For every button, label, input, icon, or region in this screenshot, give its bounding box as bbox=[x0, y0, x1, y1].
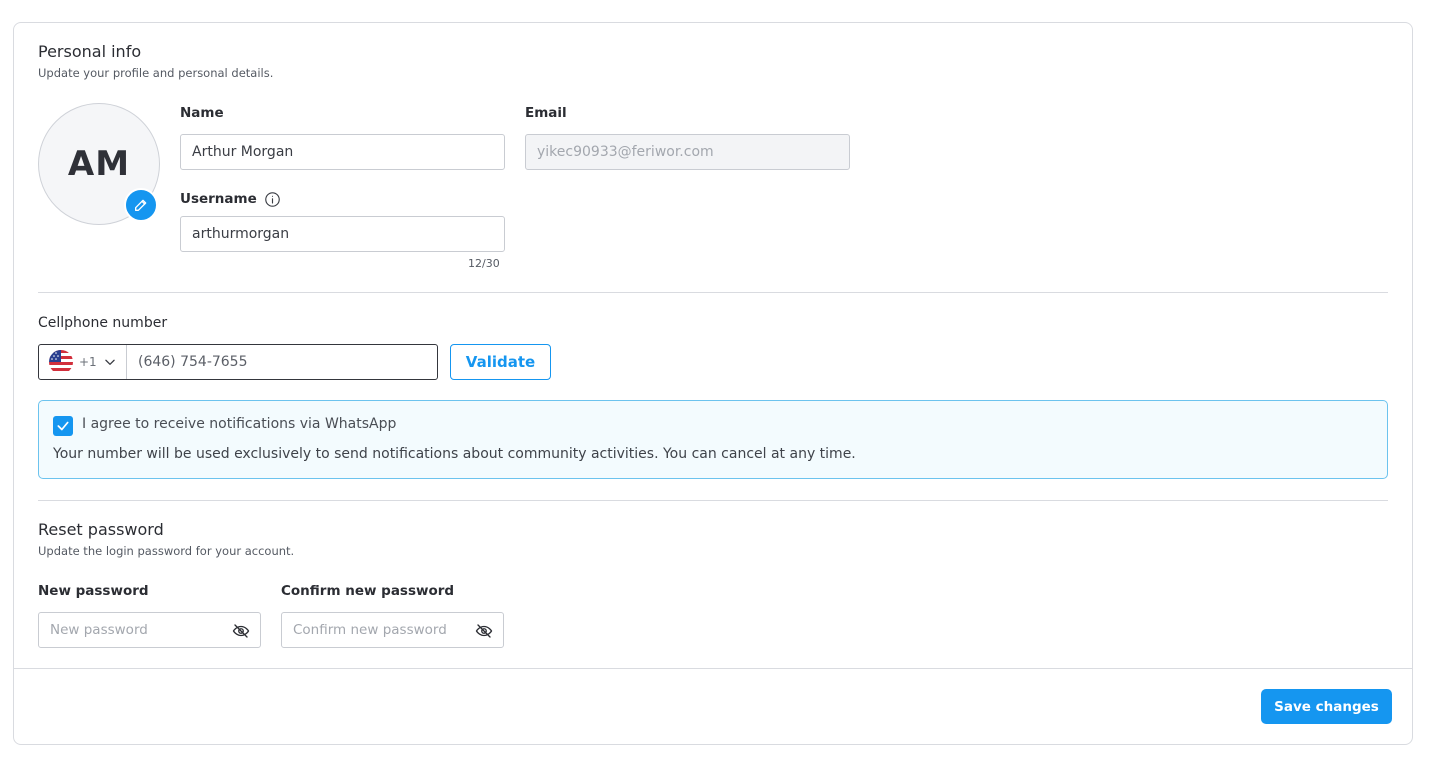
new-password-input[interactable]: New password bbox=[38, 612, 261, 648]
whatsapp-consent-box: I agree to receive notifications via Wha… bbox=[38, 400, 1388, 479]
new-password-label: New password bbox=[38, 583, 149, 599]
info-icon[interactable] bbox=[264, 191, 281, 208]
country-code-select[interactable]: +1 bbox=[39, 345, 127, 379]
new-password-placeholder: New password bbox=[50, 622, 148, 638]
username-char-counter: 12/30 bbox=[468, 257, 500, 270]
country-code: +1 bbox=[79, 355, 97, 369]
username-label: Username bbox=[180, 191, 257, 207]
footer-divider bbox=[14, 668, 1412, 669]
reset-password-subtitle: Update the login password for your accou… bbox=[38, 544, 295, 558]
name-input[interactable]: Arthur Morgan bbox=[180, 134, 505, 170]
pencil-icon bbox=[135, 199, 147, 211]
phone-number-value: (646) 754-7655 bbox=[138, 354, 248, 370]
confirm-password-input[interactable]: Confirm new password bbox=[281, 612, 504, 648]
section-divider bbox=[38, 292, 1388, 293]
confirm-password-placeholder: Confirm new password bbox=[293, 622, 447, 638]
whatsapp-consent-label[interactable]: I agree to receive notifications via Wha… bbox=[82, 416, 396, 432]
eye-off-icon[interactable] bbox=[475, 622, 493, 640]
name-value: Arthur Morgan bbox=[192, 144, 294, 160]
username-value: arthurmorgan bbox=[192, 226, 290, 242]
cellphone-label: Cellphone number bbox=[38, 315, 168, 331]
whatsapp-consent-description: Your number will be used exclusively to … bbox=[53, 446, 856, 462]
avatar-edit-button[interactable] bbox=[124, 188, 158, 222]
validate-button[interactable]: Validate bbox=[450, 344, 551, 380]
us-flag-icon bbox=[49, 350, 73, 374]
eye-off-icon[interactable] bbox=[232, 622, 250, 640]
phone-field: +1 (646) 754-7655 bbox=[38, 344, 438, 380]
email-label: Email bbox=[525, 105, 567, 121]
personal-info-subtitle: Update your profile and personal details… bbox=[38, 66, 274, 80]
email-input: yikec90933@feriwor.com bbox=[525, 134, 850, 170]
name-label: Name bbox=[180, 105, 224, 121]
phone-number-input[interactable]: (646) 754-7655 bbox=[127, 345, 437, 379]
reset-password-title: Reset password bbox=[38, 520, 164, 539]
confirm-password-label: Confirm new password bbox=[281, 583, 455, 599]
email-value: yikec90933@feriwor.com bbox=[537, 144, 714, 160]
username-input[interactable]: arthurmorgan bbox=[180, 216, 505, 252]
checkmark-icon bbox=[57, 421, 69, 431]
personal-info-title: Personal info bbox=[38, 42, 142, 61]
avatar-initials: AM bbox=[67, 144, 131, 184]
section-divider bbox=[38, 500, 1388, 501]
whatsapp-consent-checkbox[interactable] bbox=[53, 416, 73, 436]
save-changes-button[interactable]: Save changes bbox=[1261, 689, 1392, 724]
chevron-down-icon bbox=[104, 359, 115, 365]
